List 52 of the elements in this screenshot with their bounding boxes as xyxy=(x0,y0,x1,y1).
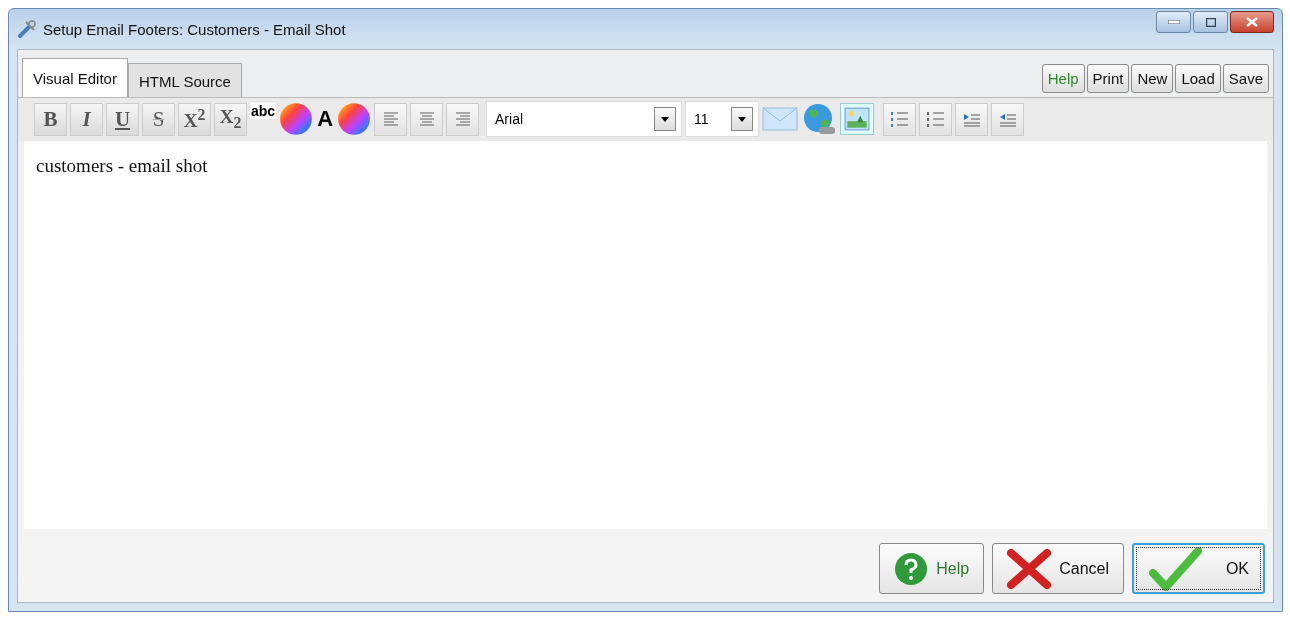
align-left-button[interactable] xyxy=(374,102,407,136)
numbered-list-button[interactable] xyxy=(883,102,916,136)
format-button[interactable]: B xyxy=(34,102,67,136)
toolbar-button[interactable]: Save xyxy=(1222,64,1269,93)
cancel-button[interactable]: Cancel xyxy=(992,543,1124,594)
numbered-list-icon xyxy=(890,111,909,127)
cross-icon xyxy=(1007,548,1052,589)
color-button[interactable]: abc xyxy=(250,103,277,119)
outdent-icon xyxy=(998,111,1017,127)
outdent-button[interactable] xyxy=(991,102,1024,136)
toolbar-button[interactable]: Print xyxy=(1086,64,1130,93)
close-icon xyxy=(1246,17,1258,27)
tab[interactable]: Visual Editor xyxy=(22,58,128,97)
editor-area[interactable]: customers - email shot xyxy=(24,141,1267,529)
minimize-icon xyxy=(1167,20,1180,24)
close-button[interactable] xyxy=(1230,11,1274,33)
toolbar-button[interactable]: Load xyxy=(1175,64,1221,93)
maximize-icon xyxy=(1205,17,1216,27)
align-right-button[interactable] xyxy=(446,102,479,136)
help-button[interactable]: Help xyxy=(879,543,985,594)
align-right-icon xyxy=(454,112,471,126)
bulleted-list-button[interactable] xyxy=(919,102,952,136)
bulleted-list-icon xyxy=(926,111,945,127)
font-dropdown[interactable]: Arial xyxy=(486,101,682,137)
window-title: Setup Email Footers: Customers - Email Shot xyxy=(43,20,347,38)
align-center-icon xyxy=(418,112,435,126)
color-wheel-icon[interactable] xyxy=(337,102,371,136)
format-button[interactable]: I xyxy=(70,102,103,136)
tools-icon xyxy=(17,19,37,39)
dropdown-arrow-icon xyxy=(738,116,746,122)
color-button[interactable]: A xyxy=(316,106,334,132)
dropdown-arrow-icon xyxy=(661,116,669,122)
format-button[interactable]: X$^{2}$ xyxy=(178,102,211,136)
color-wheel-icon[interactable] xyxy=(279,102,314,136)
align-left-icon xyxy=(382,112,399,126)
format-button[interactable]: X$_{2}$ xyxy=(214,102,247,136)
ok-button[interactable]: OK xyxy=(1132,543,1265,594)
minimize-button[interactable] xyxy=(1156,11,1191,33)
toolbar-button[interactable]: New xyxy=(1131,64,1174,93)
align-center-button[interactable] xyxy=(410,102,443,136)
format-button[interactable]: U xyxy=(106,102,139,136)
indent-button[interactable] xyxy=(955,102,988,136)
help-button[interactable]: Help xyxy=(1041,64,1085,93)
indent-icon xyxy=(962,111,981,127)
globe-link-icon[interactable] xyxy=(801,103,837,135)
tab[interactable]: HTML Source xyxy=(127,63,242,97)
editor-text: customers - email shot xyxy=(36,155,208,176)
maximize-button[interactable] xyxy=(1193,11,1228,33)
size-dropdown[interactable]: 11 xyxy=(685,101,759,137)
question-mark-icon xyxy=(894,551,929,586)
image-icon[interactable] xyxy=(840,103,874,135)
checkmark-icon xyxy=(1148,546,1202,591)
